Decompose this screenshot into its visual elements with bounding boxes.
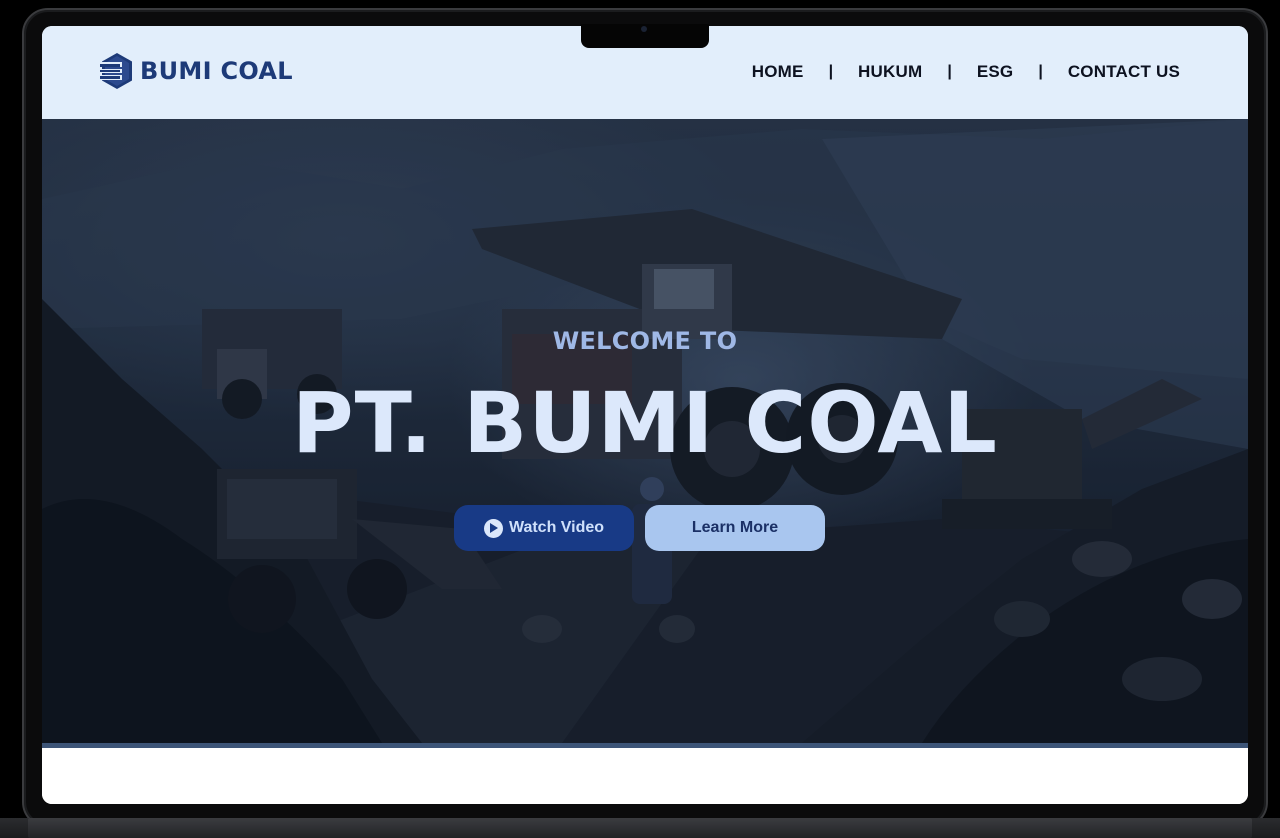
learn-more-button[interactable]: Learn More [645, 505, 825, 551]
nav-separator: | [1038, 63, 1043, 80]
nav-item-esg[interactable]: ESG [977, 62, 1014, 82]
nav-item-contact-us[interactable]: CONTACT US [1068, 62, 1180, 82]
watch-video-button[interactable]: Watch Video [454, 505, 634, 551]
nav-separator: | [947, 63, 952, 80]
camera-notch [581, 24, 709, 48]
letter-b-hexagon-icon [100, 53, 132, 89]
brand-name: BUMI COAL [140, 57, 293, 85]
hero-content: WELCOME TO PT. BUMI COAL Watch Video Lea… [42, 119, 1248, 743]
camera-icon [641, 26, 647, 32]
nav-item-hukum[interactable]: HUKUM [858, 62, 922, 82]
hero-eyebrow: WELCOME TO [552, 327, 738, 355]
page-content-area [42, 748, 1248, 804]
play-circle-icon [483, 518, 503, 538]
brand-logo[interactable]: BUMI COAL [100, 52, 293, 90]
watch-video-label: Watch Video [508, 519, 605, 536]
nav-item-home[interactable]: HOME [752, 62, 804, 82]
hero-title: PT. BUMI COAL [292, 374, 998, 472]
main-nav: HOME | HUKUM | ESG | CONTACT US [752, 62, 1180, 82]
nav-separator: | [828, 63, 834, 80]
laptop-hinge [28, 818, 1252, 838]
hero-section: WELCOME TO PT. BUMI COAL Watch Video Lea… [42, 119, 1248, 743]
browser-screen: BUMI COAL HOME | HUKUM | ESG | CONTACT U… [42, 26, 1248, 804]
